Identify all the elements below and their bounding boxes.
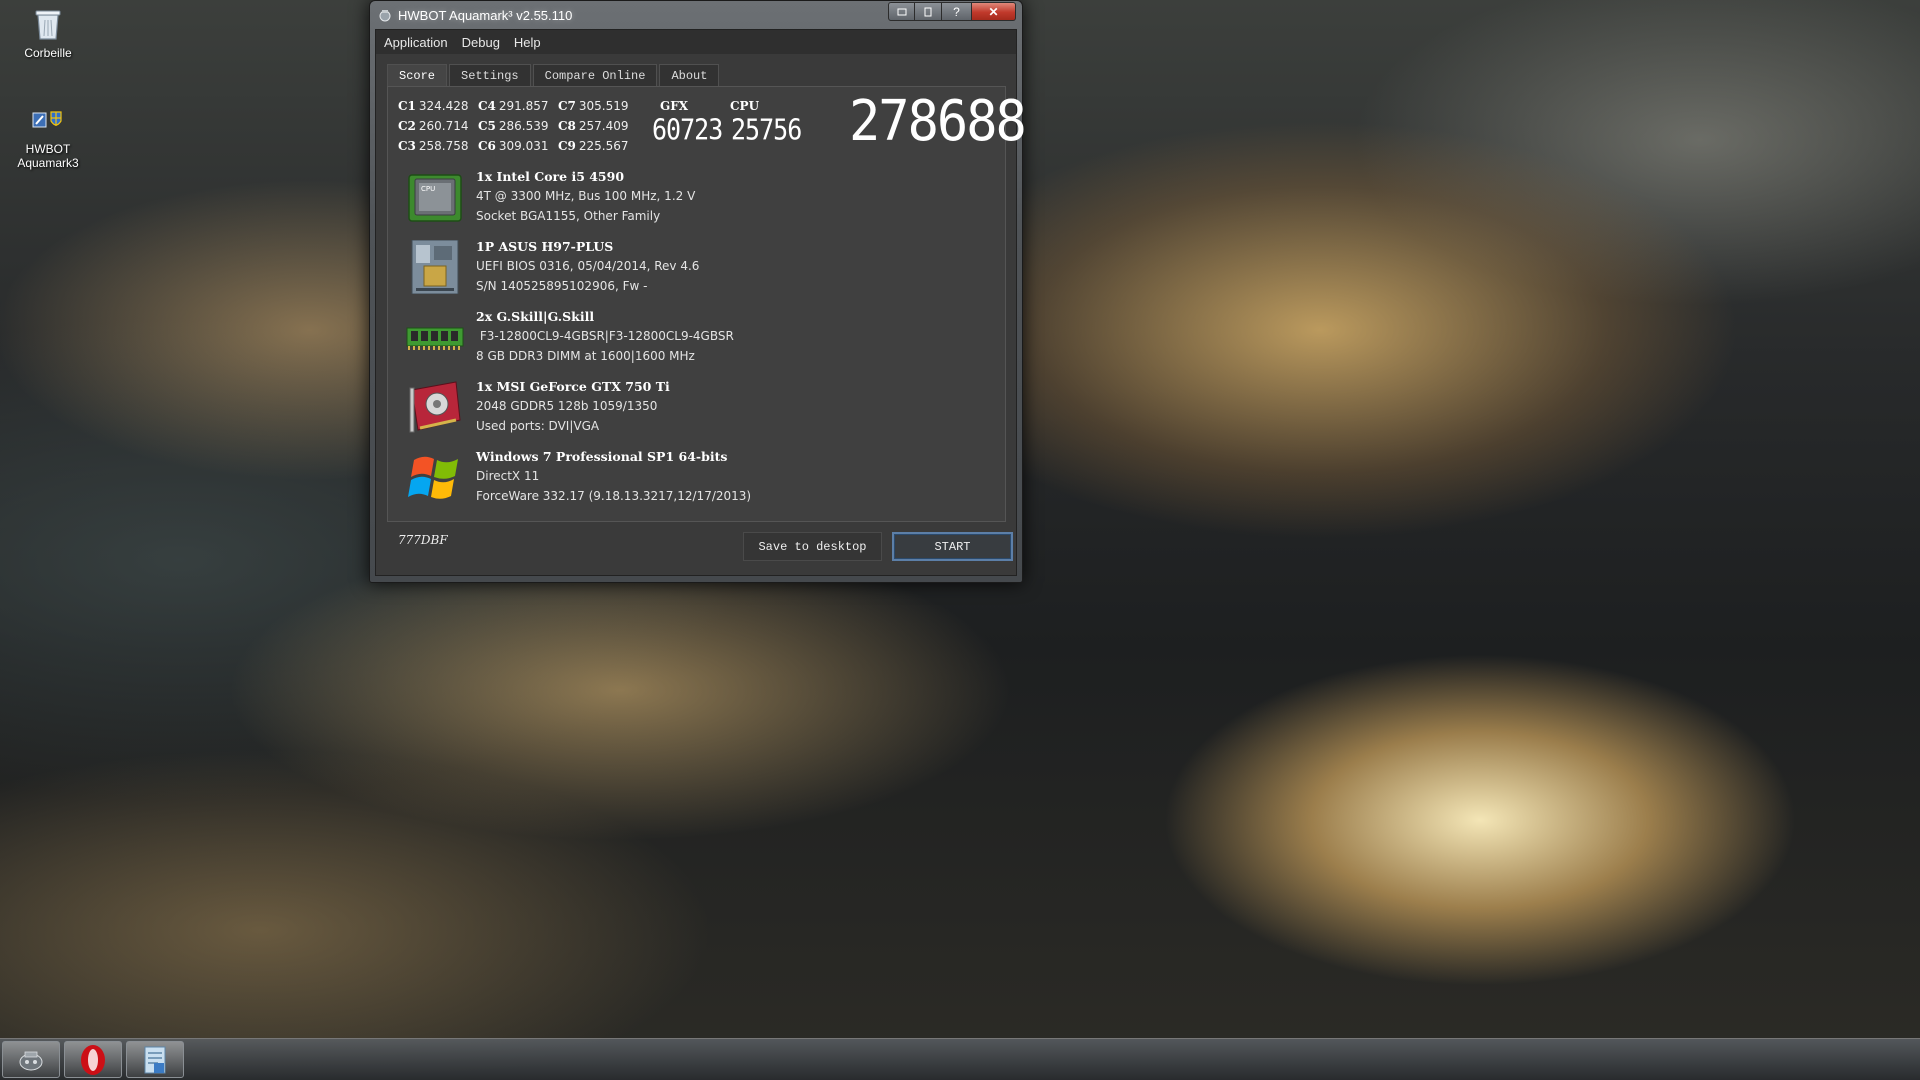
tab-compare-online[interactable]: Compare Online xyxy=(532,64,658,86)
chapter-score: C2 260.714 xyxy=(398,119,469,133)
chapter-score: C8 257.409 xyxy=(558,119,629,133)
cpu-detail-1: 4T @ 3300 MHz, Bus 100 MHz, 1.2 V xyxy=(476,189,696,203)
graphics-card-icon xyxy=(409,381,461,433)
chapter-score: C7 305.519 xyxy=(558,99,629,113)
recycle-bin-icon xyxy=(30,6,66,42)
title-bar[interactable]: HWBOT Aquamark³ v2.55.110 ? ✕ xyxy=(370,1,1022,29)
window-client-area: Application Debug Help Score Settings Co… xyxy=(375,29,1027,576)
motherboard-icon xyxy=(411,240,459,294)
memory-module-icon xyxy=(406,327,464,350)
hardware-row-gpu: 1x MSI GeForce GTX 750 Ti 2048 GDDR5 128… xyxy=(406,377,986,441)
memory-title: 2x G.Skill|G.Skill xyxy=(476,309,595,324)
tab-bar: Score Settings Compare Online About xyxy=(387,64,721,86)
motherboard-detail-1: UEFI BIOS 0316, 05/04/2014, Rev 4.6 xyxy=(476,259,700,273)
menu-help[interactable]: Help xyxy=(514,35,541,50)
hardware-row-cpu: CPU 1x Intel Core i5 4590 4T @ 3300 MHz,… xyxy=(406,167,986,231)
maximize-icon xyxy=(924,7,932,16)
cpu-title: 1x Intel Core i5 4590 xyxy=(476,169,625,184)
minimize-button[interactable] xyxy=(888,2,915,21)
menu-application[interactable]: Application xyxy=(384,35,448,50)
window-app-icon xyxy=(144,1046,166,1073)
memory-detail-1: F3-12800CL9-4GBSR|F3-12800CL9-4GBSR xyxy=(476,329,734,343)
tab-score[interactable]: Score xyxy=(387,64,448,86)
gfx-label: GFX xyxy=(660,99,689,113)
result-code: 777DBF xyxy=(398,533,448,547)
hardware-row-memory: 2x G.Skill|G.Skill F3-12800CL9-4GBSR|F3-… xyxy=(406,307,986,371)
chapter-scores: C1 324.428 C4 291.857 C7 305.519 C2 260.714 … xyxy=(398,98,638,154)
score-panel: C1 324.428 C4 291.857 C7 305.519 C2 260.714 … xyxy=(387,86,1027,522)
caption-buttons: ? ✕ xyxy=(888,2,1016,21)
aquamark-window: HWBOT Aquamark³ v2.55.110 ? ✕ Applicatio… xyxy=(369,0,1027,583)
help-button[interactable]: ? xyxy=(942,2,972,21)
desktop-icon-aquamark[interactable]: HWBOT Aquamark3 xyxy=(3,102,93,170)
taskbar-item-aquamark[interactable] xyxy=(2,1041,60,1078)
hardware-row-motherboard: 1P ASUS H97-PLUS UEFI BIOS 0316, 05/04/2… xyxy=(406,237,986,301)
window-title: HWBOT Aquamark³ v2.55.110 xyxy=(398,7,573,23)
opera-browser-icon xyxy=(81,1044,105,1075)
aquamark-shortcut-icon xyxy=(30,102,66,138)
cpu-chip-icon: CPU xyxy=(408,174,462,222)
cpu-detail-2: Socket BGA1155, Other Family xyxy=(476,209,661,223)
chapter-score: C1 324.428 xyxy=(398,99,469,113)
chapter-score: C6 309.031 xyxy=(478,139,549,153)
motherboard-title: 1P ASUS H97-PLUS xyxy=(476,239,614,254)
app-title-icon xyxy=(379,10,391,22)
minimize-icon xyxy=(897,8,906,15)
chapter-score: C9 225.567 xyxy=(558,139,629,153)
taskbar xyxy=(0,1038,1920,1080)
aquamark-shortcut-label: HWBOT Aquamark3 xyxy=(17,142,79,170)
os-detail-1: DirectX 11 xyxy=(476,469,540,483)
os-detail-2: ForceWare 332.17 (9.18.13.3217,12/17/201… xyxy=(476,489,752,503)
gfx-score: 60723 xyxy=(652,113,723,147)
hardware-row-os: Windows 7 Professional SP1 64-bits Direc… xyxy=(406,447,986,511)
taskbar-item-window[interactable] xyxy=(126,1041,184,1078)
start-button[interactable]: START xyxy=(892,532,1013,561)
cpu-label: CPU xyxy=(730,99,760,113)
tab-settings[interactable]: Settings xyxy=(449,64,531,86)
chapter-score: C3 258.758 xyxy=(398,139,469,153)
cpu-score: 25756 xyxy=(731,113,802,147)
help-icon: ? xyxy=(953,4,960,19)
chapter-score: C5 286.539 xyxy=(478,119,549,133)
tab-about[interactable]: About xyxy=(659,64,720,86)
gpu-title: 1x MSI GeForce GTX 750 Ti xyxy=(476,379,670,394)
gpu-detail-1: 2048 GDDR5 128b 1059/1350 xyxy=(476,399,658,413)
recycle-bin-label: Corbeille xyxy=(24,46,72,60)
total-score: 278688 xyxy=(849,89,1027,154)
windows-logo-icon xyxy=(408,456,458,499)
menu-debug[interactable]: Debug xyxy=(462,35,500,50)
save-to-desktop-button[interactable]: Save to desktop xyxy=(743,532,882,561)
close-icon: ✕ xyxy=(988,4,999,19)
chapter-score: C4 291.857 xyxy=(478,99,549,113)
gpu-detail-2: Used ports: DVI|VGA xyxy=(476,419,600,433)
aquamark-app-icon xyxy=(19,1051,43,1070)
close-button[interactable]: ✕ xyxy=(972,2,1016,21)
svg-text:CPU: CPU xyxy=(421,185,435,193)
memory-detail-2: 8 GB DDR3 DIMM at 1600|1600 MHz xyxy=(476,349,695,363)
motherboard-detail-2: S/N 140525895102906, Fw - xyxy=(476,279,648,293)
os-title: Windows 7 Professional SP1 64-bits xyxy=(476,449,728,464)
maximize-button[interactable] xyxy=(915,2,942,21)
desktop-icon-recycle-bin[interactable]: Corbeille xyxy=(3,6,93,60)
taskbar-item-opera[interactable] xyxy=(64,1041,122,1078)
menu-bar: Application Debug Help xyxy=(376,30,1016,54)
